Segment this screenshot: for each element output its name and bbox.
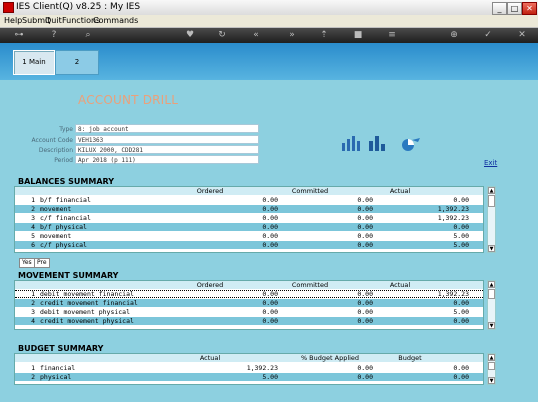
tab-main[interactable]: 1 Main (13, 50, 55, 75)
table-row[interactable]: 1 b/f financial 0.00 0.00 0.00 (15, 196, 483, 204)
scroll-thumb[interactable] (488, 362, 495, 370)
table-row[interactable]: 1 financial 1,392.23 0.00 0.00 (15, 364, 483, 372)
toolbar: ⊶ ? ⌕ ♥ ↻ « » ⇡ ■ ≡ ⊕ ✓ ✕ (0, 28, 538, 43)
balances-summary-title: BALANCES SUMMARY (18, 177, 115, 186)
heart-icon[interactable]: ♥ (184, 30, 196, 41)
balances-scrollbar[interactable]: ▲ ▼ (487, 186, 496, 253)
account-code-field[interactable]: VEH1363 (75, 135, 259, 144)
table-row[interactable]: 2 movement 0.00 0.00 1,392.23 (15, 205, 483, 213)
table-row[interactable]: 2 credit movement financial 0.00 0.00 0.00 (15, 299, 483, 307)
table-row[interactable]: 6 c/f physical 0.00 0.00 5.00 (15, 241, 483, 249)
bar-chart-icon[interactable] (341, 135, 361, 152)
tab-transactions[interactable]: 2 Transactions (55, 50, 100, 89)
balances-header: Ordered Committed Actual (15, 187, 483, 195)
forward-icon[interactable]: » (286, 30, 298, 41)
table-row[interactable]: 4 credit movement physical 0.00 0.00 0.00 (15, 317, 483, 325)
app-icon (3, 2, 14, 13)
budget-header: Actual % Budget Applied Budget (15, 354, 483, 362)
yes-button[interactable]: Yes (19, 258, 35, 268)
stop-icon[interactable]: ■ (352, 30, 364, 41)
account-code-label: Account Code (31, 137, 74, 144)
exit-link[interactable]: Exit (484, 159, 497, 167)
table-row[interactable]: 1 debit movement financial 0.00 0.00 1,392.… (15, 290, 483, 298)
table-row[interactable]: 2 physical 5.00 0.00 0.00 (15, 373, 483, 381)
add-icon[interactable]: ⊕ (448, 30, 460, 41)
type-label: Type (59, 126, 73, 133)
cancel-icon[interactable]: ✕ (516, 30, 528, 41)
description-label: Description (38, 147, 73, 154)
scroll-down-icon[interactable]: ▼ (488, 322, 495, 329)
budget-summary-title: BUDGET SUMMARY (18, 344, 104, 353)
upload-icon[interactable]: ⇡ (318, 30, 330, 41)
maximize-button[interactable]: □ (507, 2, 522, 15)
rewind-icon[interactable]: « (250, 30, 262, 41)
period-field[interactable]: Apr 2018 (p 111) (75, 155, 259, 164)
scroll-up-icon[interactable]: ▲ (488, 187, 495, 194)
table-row[interactable]: 4 b/f physical 0.00 0.00 0.00 (15, 223, 483, 231)
scroll-thumb[interactable] (488, 195, 495, 207)
scroll-thumb[interactable] (488, 289, 495, 299)
table-row[interactable]: 5 movement 0.00 0.00 5.00 (15, 232, 483, 240)
scroll-down-icon[interactable]: ▼ (488, 245, 495, 252)
movement-scrollbar[interactable]: ▲ ▼ (487, 280, 496, 330)
movement-grid: Ordered Committed Actual 1 debit movement… (14, 280, 484, 330)
minimize-button[interactable]: _ (492, 2, 507, 15)
pre-button[interactable]: Pre (34, 258, 50, 268)
confirm-icon[interactable]: ✓ (482, 30, 494, 41)
key-icon[interactable]: ⊶ (10, 30, 28, 41)
col-actual: Actual (389, 187, 411, 195)
type-field[interactable]: 8: job account (75, 124, 259, 133)
movement-header: Ordered Committed Actual (15, 281, 483, 289)
scroll-up-icon[interactable]: ▲ (488, 354, 495, 361)
page-title: ACCOUNT DRILL (78, 93, 179, 107)
menu-bar: Help Submit Quit Functions Commands (0, 15, 538, 28)
movement-summary-title: MOVEMENT SUMMARY (18, 271, 119, 280)
pie-chart-icon[interactable] (400, 135, 422, 153)
search-icon[interactable]: ⌕ (82, 30, 94, 41)
menu-quit[interactable]: Quit (45, 16, 62, 25)
description-field[interactable]: KILUX 2000, CDD281 (75, 145, 259, 154)
col-ordered: Ordered (196, 187, 224, 195)
help-icon[interactable]: ? (48, 30, 60, 41)
period-label: Period (54, 157, 73, 164)
list-icon[interactable]: ≡ (386, 30, 398, 41)
table-row[interactable]: 3 debit movement physical 0.00 0.00 5.00 (15, 308, 483, 316)
scroll-down-icon[interactable]: ▼ (488, 377, 495, 384)
table-row[interactable]: 3 c/f financial 0.00 0.00 1,392.23 (15, 214, 483, 222)
column-chart-icon[interactable] (368, 135, 388, 152)
balances-grid: Ordered Committed Actual 1 b/f financial … (14, 186, 484, 253)
scroll-up-icon[interactable]: ▲ (488, 281, 495, 288)
col-committed: Committed (291, 187, 329, 195)
refresh-icon[interactable]: ↻ (216, 30, 228, 41)
budget-scrollbar[interactable]: ▲ ▼ (487, 353, 496, 385)
budget-grid: Actual % Budget Applied Budget 1 financia… (14, 353, 484, 385)
window-title: IES Client(Q) v8.25 : My IES (16, 2, 141, 12)
menu-commands[interactable]: Commands (93, 16, 138, 25)
menu-help[interactable]: Help (4, 16, 22, 25)
close-button[interactable]: ✕ (522, 2, 537, 15)
